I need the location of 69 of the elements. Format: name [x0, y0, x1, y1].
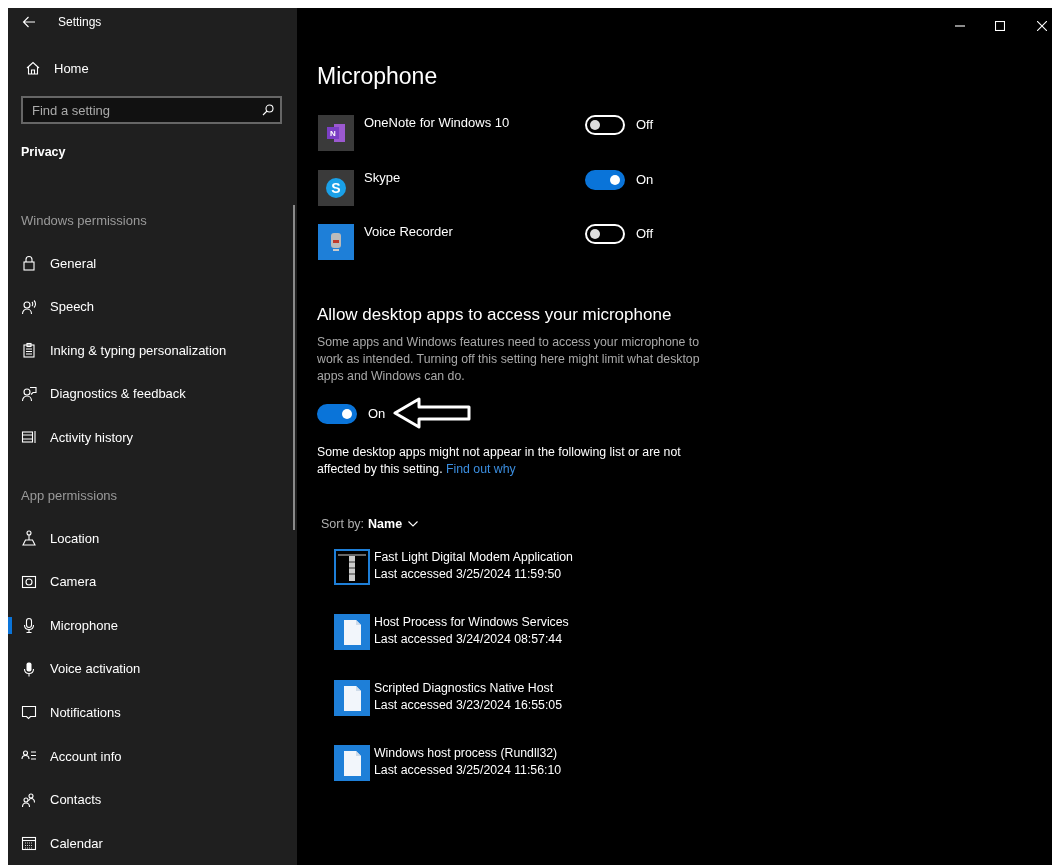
nav-item[interactable]: Diagnostics & feedback	[8, 372, 297, 416]
nav-item[interactable]: Voice activation	[8, 647, 297, 691]
search-icon[interactable]	[262, 104, 274, 117]
home-icon	[25, 60, 41, 77]
document-icon	[334, 614, 370, 650]
back-arrow-icon[interactable]	[22, 15, 36, 28]
microphone-icon	[21, 660, 37, 677]
toggle-switch[interactable]	[317, 403, 357, 424]
app-icon	[334, 548, 370, 585]
sort-dropdown[interactable]: Name	[368, 516, 419, 531]
home-nav-item[interactable]: Home	[8, 46, 297, 91]
nav-item[interactable]: Inking & typing personalization	[8, 328, 297, 373]
last-accessed-text: Last accessed 3/24/2024 08:57:44	[374, 631, 563, 648]
section-title: Privacy	[21, 144, 67, 162]
page-title: Microphone	[317, 62, 439, 91]
last-accessed-text: Last accessed 3/25/2024 11:59:50	[374, 565, 563, 583]
message-icon	[21, 704, 37, 721]
app-name: Skype	[364, 169, 402, 186]
app-name: OneNote for Windows 10	[364, 115, 511, 131]
document-icon	[334, 679, 370, 716]
window-title: Settings	[58, 14, 102, 29]
lock-icon	[21, 255, 37, 272]
speech-icon	[21, 298, 37, 315]
app-icon	[318, 224, 354, 260]
section-heading: App permissions	[21, 487, 119, 506]
last-accessed-text: Last accessed 3/23/2024 16:55:05	[374, 696, 562, 714]
search-field[interactable]: Find a setting	[21, 96, 282, 125]
find-out-why-link[interactable]: Find out why	[445, 461, 516, 476]
calendar-icon	[21, 835, 37, 852]
app-name: Scripted Diagnostics Native Host	[374, 679, 555, 697]
nav-item[interactable]: Notifications	[8, 690, 297, 735]
maximize-icon	[995, 20, 1005, 31]
last-accessed-text: Last accessed 3/25/2024 11:56:10	[374, 762, 562, 779]
toggle-switch[interactable]	[585, 169, 625, 190]
nav-item[interactable]: General	[8, 241, 297, 285]
clipboard-icon	[21, 342, 37, 359]
nav-item[interactable]: Speech	[8, 284, 297, 329]
section-heading: Allow desktop apps to access your microphone	[317, 303, 673, 326]
person-feedback-icon	[21, 385, 37, 402]
note-text: Some desktop apps might not appear in the following list or are not affected by this setting. Find out why	[317, 443, 682, 478]
chevron-down-icon	[408, 520, 419, 527]
minimize-icon	[955, 24, 965, 27]
scrollbar[interactable]	[293, 205, 295, 530]
nav-item[interactable]: Contacts	[8, 777, 297, 822]
app-name: Host Process for Windows Services	[374, 614, 569, 631]
location-icon	[21, 530, 37, 547]
section-heading: Windows permissions	[21, 212, 148, 231]
sort-label: Sort by:	[321, 516, 365, 531]
document-icon	[334, 745, 370, 781]
timeline-icon	[21, 429, 37, 446]
app-icon: N	[318, 115, 354, 151]
toggle-state: Off	[636, 225, 654, 243]
nav-item[interactable]: Location	[8, 516, 297, 560]
app-name: Voice Recorder	[364, 224, 454, 240]
app-name: Fast Light Digital Modem Application	[374, 548, 573, 566]
microphone-icon	[21, 617, 37, 634]
nav-item[interactable]: Calendar	[8, 821, 297, 865]
toggle-state: On	[636, 170, 654, 189]
close-icon	[1037, 20, 1047, 31]
nav-item[interactable]: Account info	[8, 734, 297, 778]
camera-icon	[21, 573, 37, 590]
toggle-state: On	[368, 404, 386, 423]
app-icon: S	[318, 169, 354, 206]
app-name: Windows host process (Rundll32)	[374, 745, 559, 762]
people-icon	[21, 791, 37, 808]
nav-item[interactable]: Activity history	[8, 415, 297, 460]
nav-item[interactable]: Camera	[8, 559, 297, 604]
toggle-state: Off	[636, 116, 654, 134]
description-text: Some apps and Windows features need to access your microphone to work as intended. Turning off this setting here might limit what desktop apps and Windows can do.	[317, 333, 701, 385]
